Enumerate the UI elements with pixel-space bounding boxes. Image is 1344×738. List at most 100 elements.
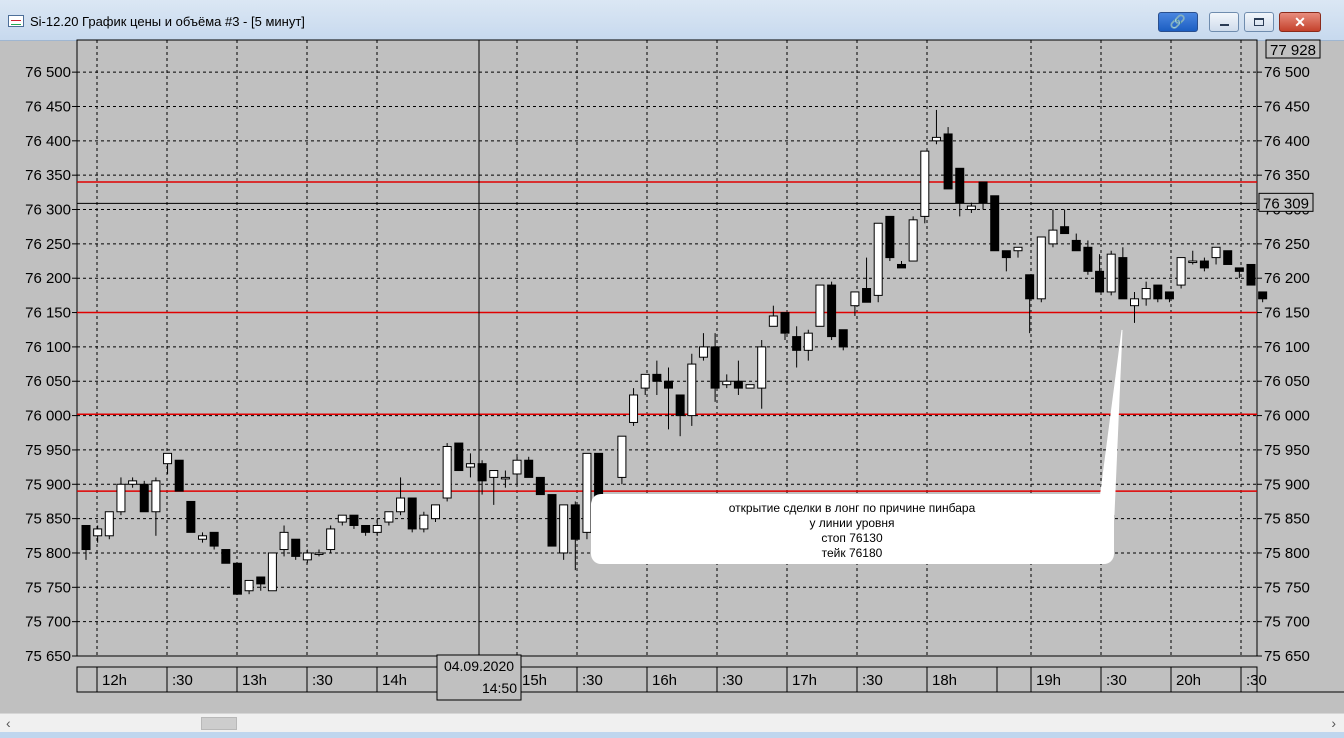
candle-body (640, 373, 650, 389)
candle-body (291, 538, 301, 557)
y-tick-label-left: 75 800 (25, 545, 71, 562)
candle-body (559, 504, 569, 554)
y-tick-label-right: 75 750 (1264, 579, 1310, 596)
annotation-line-2: у линии уровня (809, 516, 894, 530)
y-tick-label-left: 75 650 (25, 648, 71, 665)
y-tick-label-left: 75 900 (25, 476, 71, 493)
candle-body (850, 291, 860, 307)
candle-body (698, 346, 708, 358)
annotation-line-3: стоп 76130 (821, 531, 883, 545)
y-tick-label-right: 76 100 (1264, 339, 1310, 356)
price-chart[interactable]: 76 500 76 500 76 450 76 450 76 400 76 400 76 3… (0, 0, 1344, 738)
candle-body (221, 549, 231, 564)
y-tick-label-left: 76 200 (25, 270, 71, 287)
candle-body (372, 524, 382, 533)
candle-body (116, 483, 126, 513)
candle-body (489, 470, 499, 478)
x-tick-label: :30 (312, 672, 333, 689)
candle-body (314, 552, 324, 555)
scroll-left-icon[interactable]: ‹ (6, 715, 11, 731)
candle-body (1083, 246, 1093, 272)
scroll-right-icon[interactable]: › (1331, 715, 1336, 731)
candle-body (163, 452, 173, 465)
candle-body (1246, 263, 1256, 286)
y-tick-label-right: 76 150 (1264, 305, 1310, 322)
candle-body (1153, 284, 1163, 300)
y-tick-label-left: 75 850 (25, 511, 71, 528)
x-tick-label: :30 (582, 672, 603, 689)
y-tick-label-left: 76 250 (25, 236, 71, 253)
horizontal-scrollbar[interactable]: ‹ › (0, 713, 1344, 733)
candle-body (722, 380, 732, 386)
candle-body (1164, 291, 1174, 300)
y-tick-label-right: 75 850 (1264, 511, 1310, 528)
candle-body (873, 222, 883, 296)
candle-body (1036, 236, 1046, 300)
candle-body (943, 133, 953, 190)
y-tick-label-right: 75 900 (1264, 476, 1310, 493)
candle-body (209, 531, 219, 547)
candle-body (81, 524, 91, 551)
y-tick-label-left: 75 700 (25, 614, 71, 631)
candle-body (186, 500, 196, 533)
y-tick-label-right: 76 350 (1264, 167, 1310, 184)
candle-body (897, 263, 906, 269)
x-tick-label: :30 (1246, 672, 1267, 689)
window-bottom-border (0, 732, 1344, 738)
y-tick-label-right: 75 700 (1264, 614, 1310, 631)
x-tick-label: 13h (242, 672, 267, 689)
candle-body (256, 576, 266, 585)
x-tick-label: 14h (382, 672, 407, 689)
candle-body (93, 528, 103, 537)
x-tick-label: :30 (862, 672, 883, 689)
candle-body (302, 552, 312, 561)
candle-body (792, 336, 802, 351)
x-tick-label: 16h (652, 672, 677, 689)
y-tick-label-right: 76 400 (1264, 133, 1310, 150)
y-tick-label-left: 76 350 (25, 167, 71, 184)
y-tick-label-left: 76 150 (25, 305, 71, 322)
y-tick-label-left: 75 950 (25, 442, 71, 459)
candle-body (454, 442, 464, 472)
candle-body (1141, 288, 1151, 300)
candle-body (966, 205, 976, 211)
candle-body (1001, 250, 1011, 259)
candle-body (104, 511, 114, 537)
y-tick-label-left: 76 100 (25, 339, 71, 356)
candle-body (617, 435, 627, 478)
candle-body (990, 195, 1000, 252)
candle-body (838, 329, 848, 348)
y-tick-label-right: 76 250 (1264, 236, 1310, 253)
candle-body (361, 524, 371, 533)
candle-body (547, 494, 557, 547)
candle-body (710, 346, 720, 389)
x-tick-label: :30 (172, 672, 193, 689)
candle-body (664, 380, 673, 389)
candle-body (465, 463, 475, 468)
candle-body (1258, 291, 1268, 300)
candle-body (1106, 253, 1116, 293)
candle-body (128, 480, 138, 485)
candle-body (477, 463, 487, 482)
y-tick-label-left: 76 500 (25, 64, 71, 81)
candle-body (652, 373, 662, 382)
candle-body (1223, 250, 1233, 265)
x-tick-label: :30 (1106, 672, 1127, 689)
scroll-thumb[interactable] (201, 717, 237, 730)
candle-body (885, 215, 895, 259)
y-tick-label-right: 76 050 (1264, 373, 1310, 390)
candle-body (407, 497, 417, 530)
candle-body (139, 483, 149, 513)
candle-body (1176, 257, 1186, 286)
candle-body (931, 136, 941, 142)
y-tick-label-right: 76 000 (1264, 408, 1310, 425)
x-tick-label: 17h (792, 672, 817, 689)
candle-body (687, 363, 697, 417)
candle-body (1211, 246, 1221, 259)
candle-body (745, 384, 755, 389)
annotation-line-1: открытие сделки в лонг по причине пинбар… (729, 501, 976, 515)
candle-body (1013, 246, 1023, 252)
current-price-label: 76 309 (1263, 195, 1309, 212)
annotation-line-4: тейк 76180 (822, 546, 883, 560)
candle-body (1199, 260, 1209, 269)
